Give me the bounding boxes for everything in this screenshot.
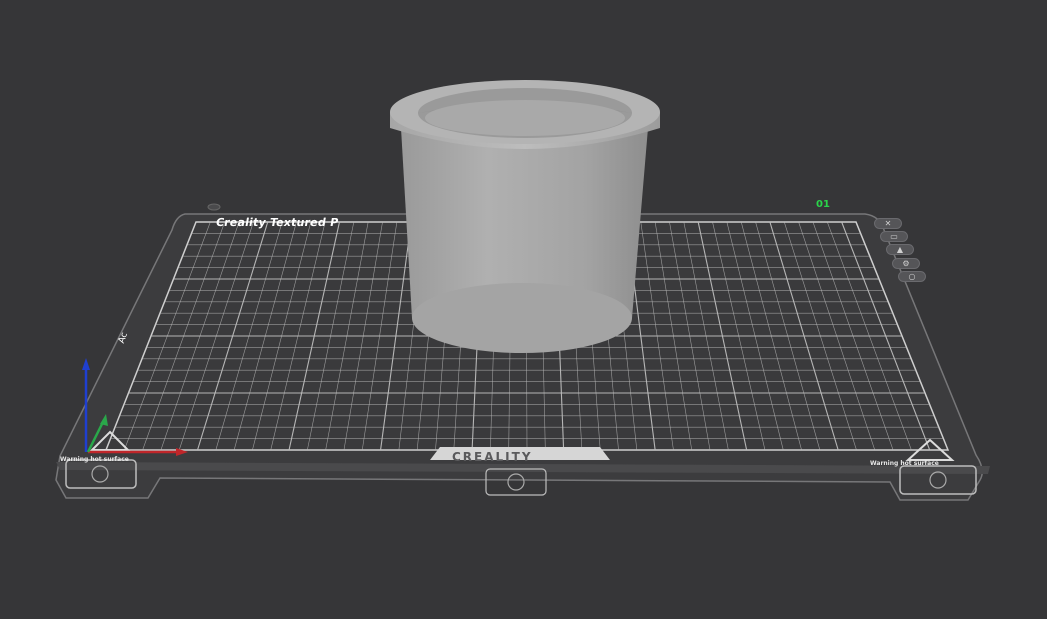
plate-title: Creality Textured P xyxy=(214,216,340,229)
plate-marker-icon xyxy=(207,203,221,211)
warning-text-right: Warning hot surface xyxy=(870,460,939,467)
close-icon: ✕ xyxy=(884,218,892,228)
brand-text: CREALITY xyxy=(452,450,533,464)
orient-button[interactable]: ▲ xyxy=(886,244,914,255)
close-view-button[interactable]: ✕ xyxy=(874,218,902,229)
gear-icon: ⚙ xyxy=(902,258,910,268)
lock-icon: ○ xyxy=(908,271,916,281)
3d-viewport[interactable]: Creality Textured P 01 CREALITY Warning … xyxy=(0,0,1047,619)
warning-text-left: Warning hot surface xyxy=(60,456,129,463)
arrange-icon: ▭ xyxy=(890,231,898,241)
settings-button[interactable]: ⚙ xyxy=(892,258,920,269)
arrange-button[interactable]: ▭ xyxy=(880,231,908,242)
orient-icon: ▲ xyxy=(896,244,904,254)
model-object[interactable] xyxy=(390,80,660,353)
plate-number[interactable]: 01 xyxy=(816,199,830,210)
build-plate-scene[interactable] xyxy=(0,0,1047,619)
lock-button[interactable]: ○ xyxy=(898,271,926,282)
